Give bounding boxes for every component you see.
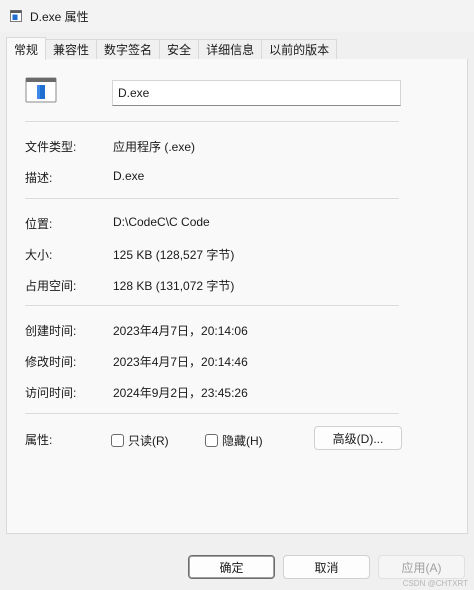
divider — [25, 198, 399, 199]
ok-button[interactable]: 确定 — [188, 555, 275, 579]
tab-security[interactable]: 安全 — [159, 39, 200, 59]
size-label: 大小: — [25, 248, 53, 262]
tab-digital-signatures[interactable]: 数字签名 — [96, 39, 161, 59]
hidden-checkbox[interactable]: 隐藏(H) — [205, 432, 263, 449]
divider — [25, 305, 399, 306]
tab-previous-versions[interactable]: 以前的版本 — [261, 39, 338, 59]
dialog-button-bar: 确定 取消 应用(A) CSDN @CHTXRT — [0, 534, 474, 590]
accessed-value: 2024年9月2日，23:45:26 — [113, 386, 248, 400]
general-panel: 文件类型: 应用程序 (.exe) 描述: D.exe 位置: D:\CodeC… — [6, 59, 468, 534]
file-name-input[interactable] — [112, 80, 401, 106]
file-type-value: 应用程序 (.exe) — [113, 140, 196, 154]
divider — [25, 413, 399, 414]
readonly-checkbox[interactable]: 只读(R) — [111, 432, 169, 449]
watermark-text: CSDN @CHTXRT — [402, 579, 468, 588]
accessed-label: 访问时间: — [25, 386, 77, 400]
created-value: 2023年4月7日，20:14:06 — [113, 324, 248, 338]
description-label: 描述: — [25, 171, 53, 185]
divider — [25, 121, 399, 122]
tab-bar: 常规 兼容性 数字签名 安全 详细信息 以前的版本 — [6, 37, 468, 60]
cancel-button[interactable]: 取消 — [283, 555, 370, 579]
title-bar: D.exe 属性 — [0, 0, 474, 32]
exe-file-icon — [25, 77, 57, 103]
window-file-icon — [10, 10, 22, 22]
readonly-checkbox-label: 只读(R) — [128, 434, 169, 448]
size-on-disk-value: 128 KB (131,072 字节) — [113, 279, 235, 293]
created-label: 创建时间: — [25, 324, 77, 338]
attributes-label: 属性: — [25, 433, 53, 447]
hidden-checkbox-box[interactable] — [205, 434, 218, 447]
apply-button[interactable]: 应用(A) — [378, 555, 465, 579]
tab-details[interactable]: 详细信息 — [198, 39, 263, 59]
hidden-checkbox-label: 隐藏(H) — [222, 434, 263, 448]
readonly-checkbox-box[interactable] — [111, 434, 124, 447]
tab-general[interactable]: 常规 — [6, 37, 47, 60]
location-value: D:\CodeC\C Code — [113, 215, 210, 229]
file-type-label: 文件类型: — [25, 140, 77, 154]
modified-label: 修改时间: — [25, 355, 77, 369]
window-title: D.exe 属性 — [30, 9, 89, 24]
tab-compatibility[interactable]: 兼容性 — [45, 39, 98, 59]
size-value: 125 KB (128,527 字节) — [113, 248, 235, 262]
modified-value: 2023年4月7日，20:14:46 — [113, 355, 248, 369]
size-on-disk-label: 占用空间: — [25, 279, 77, 293]
advanced-button[interactable]: 高级(D)... — [314, 426, 402, 450]
description-value: D.exe — [113, 169, 145, 183]
location-label: 位置: — [25, 217, 53, 231]
